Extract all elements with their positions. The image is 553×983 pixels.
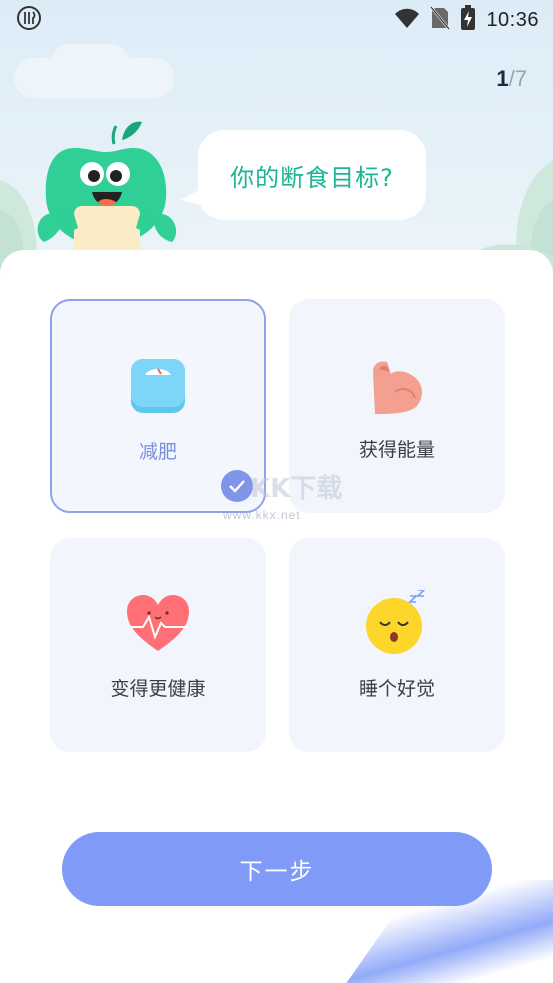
status-bar: 10:36 [0,0,553,40]
option-label: 变得更健康 [110,678,206,700]
apple-mascot-icon [37,121,177,268]
next-button-label: 下一步 [239,859,315,885]
battery-charging-icon [460,5,476,35]
option-label: 减肥 [138,441,177,463]
option-get-healthier[interactable]: 变得更健康 [50,538,266,752]
step-current: 1 [496,66,509,91]
scale-icon [125,353,191,419]
wifi-icon [394,7,420,33]
status-clock: 10:36 [486,8,539,31]
flexed-bicep-icon [364,351,430,417]
watermark-url: www.kkx.net [223,508,301,522]
selected-check-icon [221,470,253,502]
step-total: 7 [514,66,527,91]
restaurant-icon [16,5,42,35]
next-button[interactable]: 下一步 [62,832,492,906]
watermark-text: KK下载 [250,474,343,504]
option-label: 获得能量 [358,439,435,461]
no-sim-icon [430,6,451,34]
sleeping-face-icon [364,590,430,656]
step-progress: 1/7 [496,66,527,92]
cloud-decoration [50,44,130,84]
option-sleep-well[interactable]: 睡个好觉 [289,538,505,752]
question-title: 你的断食目标? [230,163,394,192]
speech-bubble: 你的断食目标? [198,130,426,220]
option-label: 睡个好觉 [358,678,435,700]
heartbeat-icon [125,590,191,656]
